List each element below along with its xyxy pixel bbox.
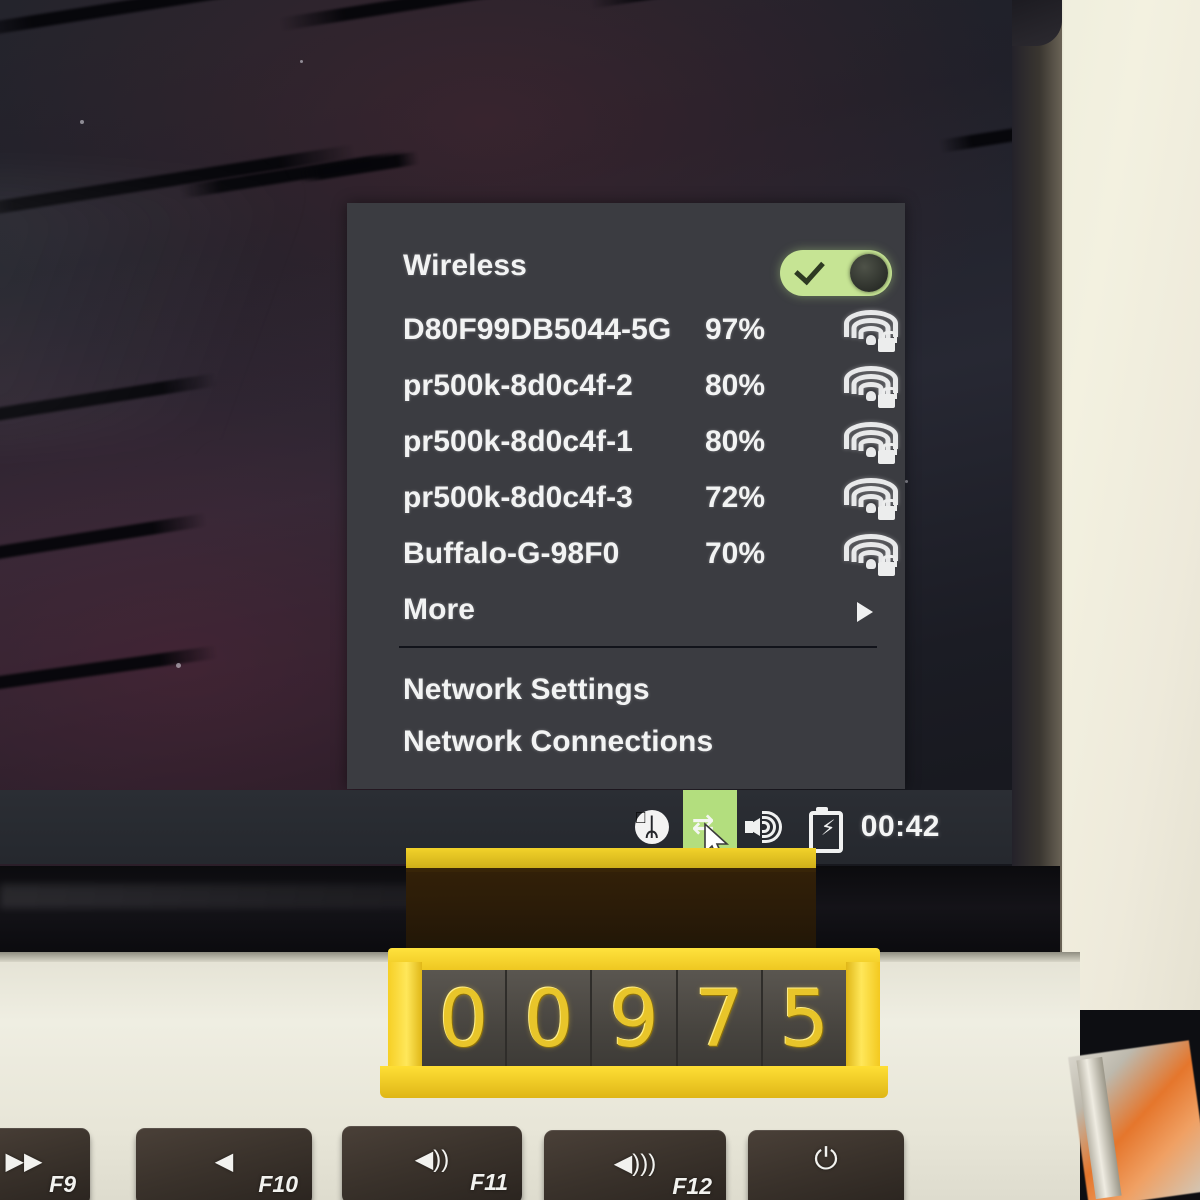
key-fn-label: F12 [672,1173,712,1199]
mute-glyph: ◀ [214,1148,234,1175]
reflection-streak [0,513,208,573]
reflection-streak [0,373,218,433]
key-fn-label: F9 [49,1171,76,1197]
reflection-streak [0,144,356,223]
next-track-glyph: ▶▶ [5,1148,43,1175]
wifi-locked-icon [844,364,898,408]
wireless-toggle-row[interactable]: Wireless [347,239,905,296]
dust-speck [80,120,84,124]
network-row[interactable]: pr500k-8d0c4f-1 80% [347,415,905,469]
check-icon [794,253,825,286]
mute-key[interactable]: ◀ F10 [136,1128,312,1200]
counter-post-left [388,962,422,1074]
network-ssid: D80F99DB5044-5G [403,313,672,346]
menu-separator [399,646,877,648]
background-wall [1048,0,1200,1010]
reflection-streak [0,645,218,703]
wifi-locked-icon [844,308,898,352]
network-signal: 80% [705,369,766,402]
counter-stand-shadow [406,868,816,956]
wifi-locked-icon [844,420,898,464]
network-connections-item[interactable]: Network Connections [347,715,905,769]
wireless-toggle-label: Wireless [403,249,527,282]
network-row[interactable]: pr500k-8d0c4f-3 72% [347,471,905,525]
network-ssid: pr500k-8d0c4f-3 [403,481,633,514]
volume-icon[interactable] [744,810,789,844]
reflection-streak [278,0,637,31]
network-settings-item[interactable]: Network Settings [347,663,905,717]
counter-digit: 0 [422,970,508,1070]
network-signal: 72% [705,481,766,514]
dust-speck [905,480,908,483]
bluetooth-icon[interactable]: ᛦ [634,810,669,844]
bluetooth-glyph: ᛦ [644,812,660,841]
caret-right-icon [857,602,873,622]
network-signal: 70% [705,537,766,570]
network-ssid: Buffalo-G-98F0 [403,537,620,570]
dust-speck [300,60,303,63]
laptop-lid-right-edge [1012,0,1062,960]
network-connections-label: Network Connections [403,725,714,758]
network-settings-label: Network Settings [403,673,650,706]
battery-charging-icon[interactable]: ⚡ [807,807,843,853]
volume-up-glyph: ◀))) [613,1150,657,1177]
network-row[interactable]: Buffalo-G-98F0 70% [347,527,905,581]
number-counter-stand: 0 0 9 7 5 [380,948,888,1098]
network-row[interactable]: D80F99DB5044-5G 97% [347,303,905,357]
network-signal: 97% [705,313,766,346]
network-ssid: pr500k-8d0c4f-2 [403,369,633,402]
counter-digit: 7 [678,970,763,1070]
counter-digit: 0 [507,970,593,1070]
network-ssid: pr500k-8d0c4f-1 [403,425,633,458]
counter-frame-bottom [380,1066,888,1098]
more-networks-row[interactable]: More [347,583,905,637]
wifi-locked-icon [844,476,898,520]
counter-digit-track: 0 0 9 7 5 [422,970,846,1070]
wifi-locked-icon [844,532,898,576]
power-key[interactable]: ⏻ [748,1130,904,1200]
counter-digit: 9 [592,970,678,1070]
volume-down-key[interactable]: ◀)) F11 [342,1126,522,1200]
dust-speck [176,663,181,668]
more-label: More [403,593,476,626]
photo-scene: Wireless D80F99DB5044-5G 97% pr500k-8d0c [0,0,1200,1200]
network-row[interactable]: pr500k-8d0c4f-2 80% [347,359,905,413]
counter-digit: 5 [779,975,830,1065]
volume-down-glyph: ◀)) [414,1146,450,1173]
volume-up-key[interactable]: ◀))) F12 [544,1130,726,1200]
toggle-knob [850,254,888,292]
wireless-menu-panel: Wireless D80F99DB5044-5G 97% pr500k-8d0c [347,203,905,789]
wireless-toggle-switch[interactable] [780,250,892,296]
reflection-streak [588,0,888,9]
charging-bolt-glyph: ⚡ [820,817,836,840]
next-track-key[interactable]: ▶▶ F9 [0,1128,90,1200]
power-glyph: ⏻ [814,1143,838,1176]
laptop-screen: Wireless D80F99DB5044-5G 97% pr500k-8d0c [0,0,1012,872]
key-fn-label: F11 [470,1169,508,1195]
taskbar-clock[interactable]: 00:42 [861,810,940,844]
reflection-streak [938,111,1012,153]
network-signal: 80% [705,425,766,458]
counter-post-right [846,962,880,1074]
key-fn-label: F10 [258,1171,298,1197]
